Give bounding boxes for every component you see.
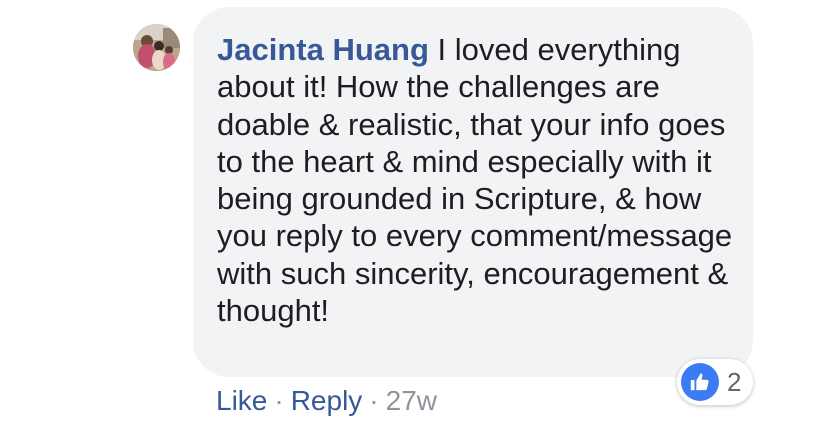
like-icon xyxy=(681,363,719,401)
separator: · xyxy=(369,385,379,416)
comment-bubble: Jacinta Huang I loved everything about i… xyxy=(193,7,753,377)
reaction-summary[interactable]: 2 xyxy=(677,359,754,405)
author-name[interactable]: Jacinta Huang xyxy=(217,32,429,67)
reply-link[interactable]: Reply xyxy=(291,385,363,416)
avatar[interactable] xyxy=(133,24,180,71)
comment-container: Jacinta Huang I loved everything about i… xyxy=(0,0,836,430)
comment-text: I loved everything about it! How the cha… xyxy=(217,32,733,329)
like-link[interactable]: Like xyxy=(216,385,267,416)
separator: · xyxy=(274,385,284,416)
comment-body: Jacinta Huang I loved everything about i… xyxy=(217,31,733,329)
reaction-count: 2 xyxy=(727,366,742,397)
timestamp[interactable]: 27w xyxy=(386,385,437,416)
comment-actions: Like · Reply · 27w xyxy=(216,383,437,419)
avatar-photo xyxy=(133,24,180,71)
